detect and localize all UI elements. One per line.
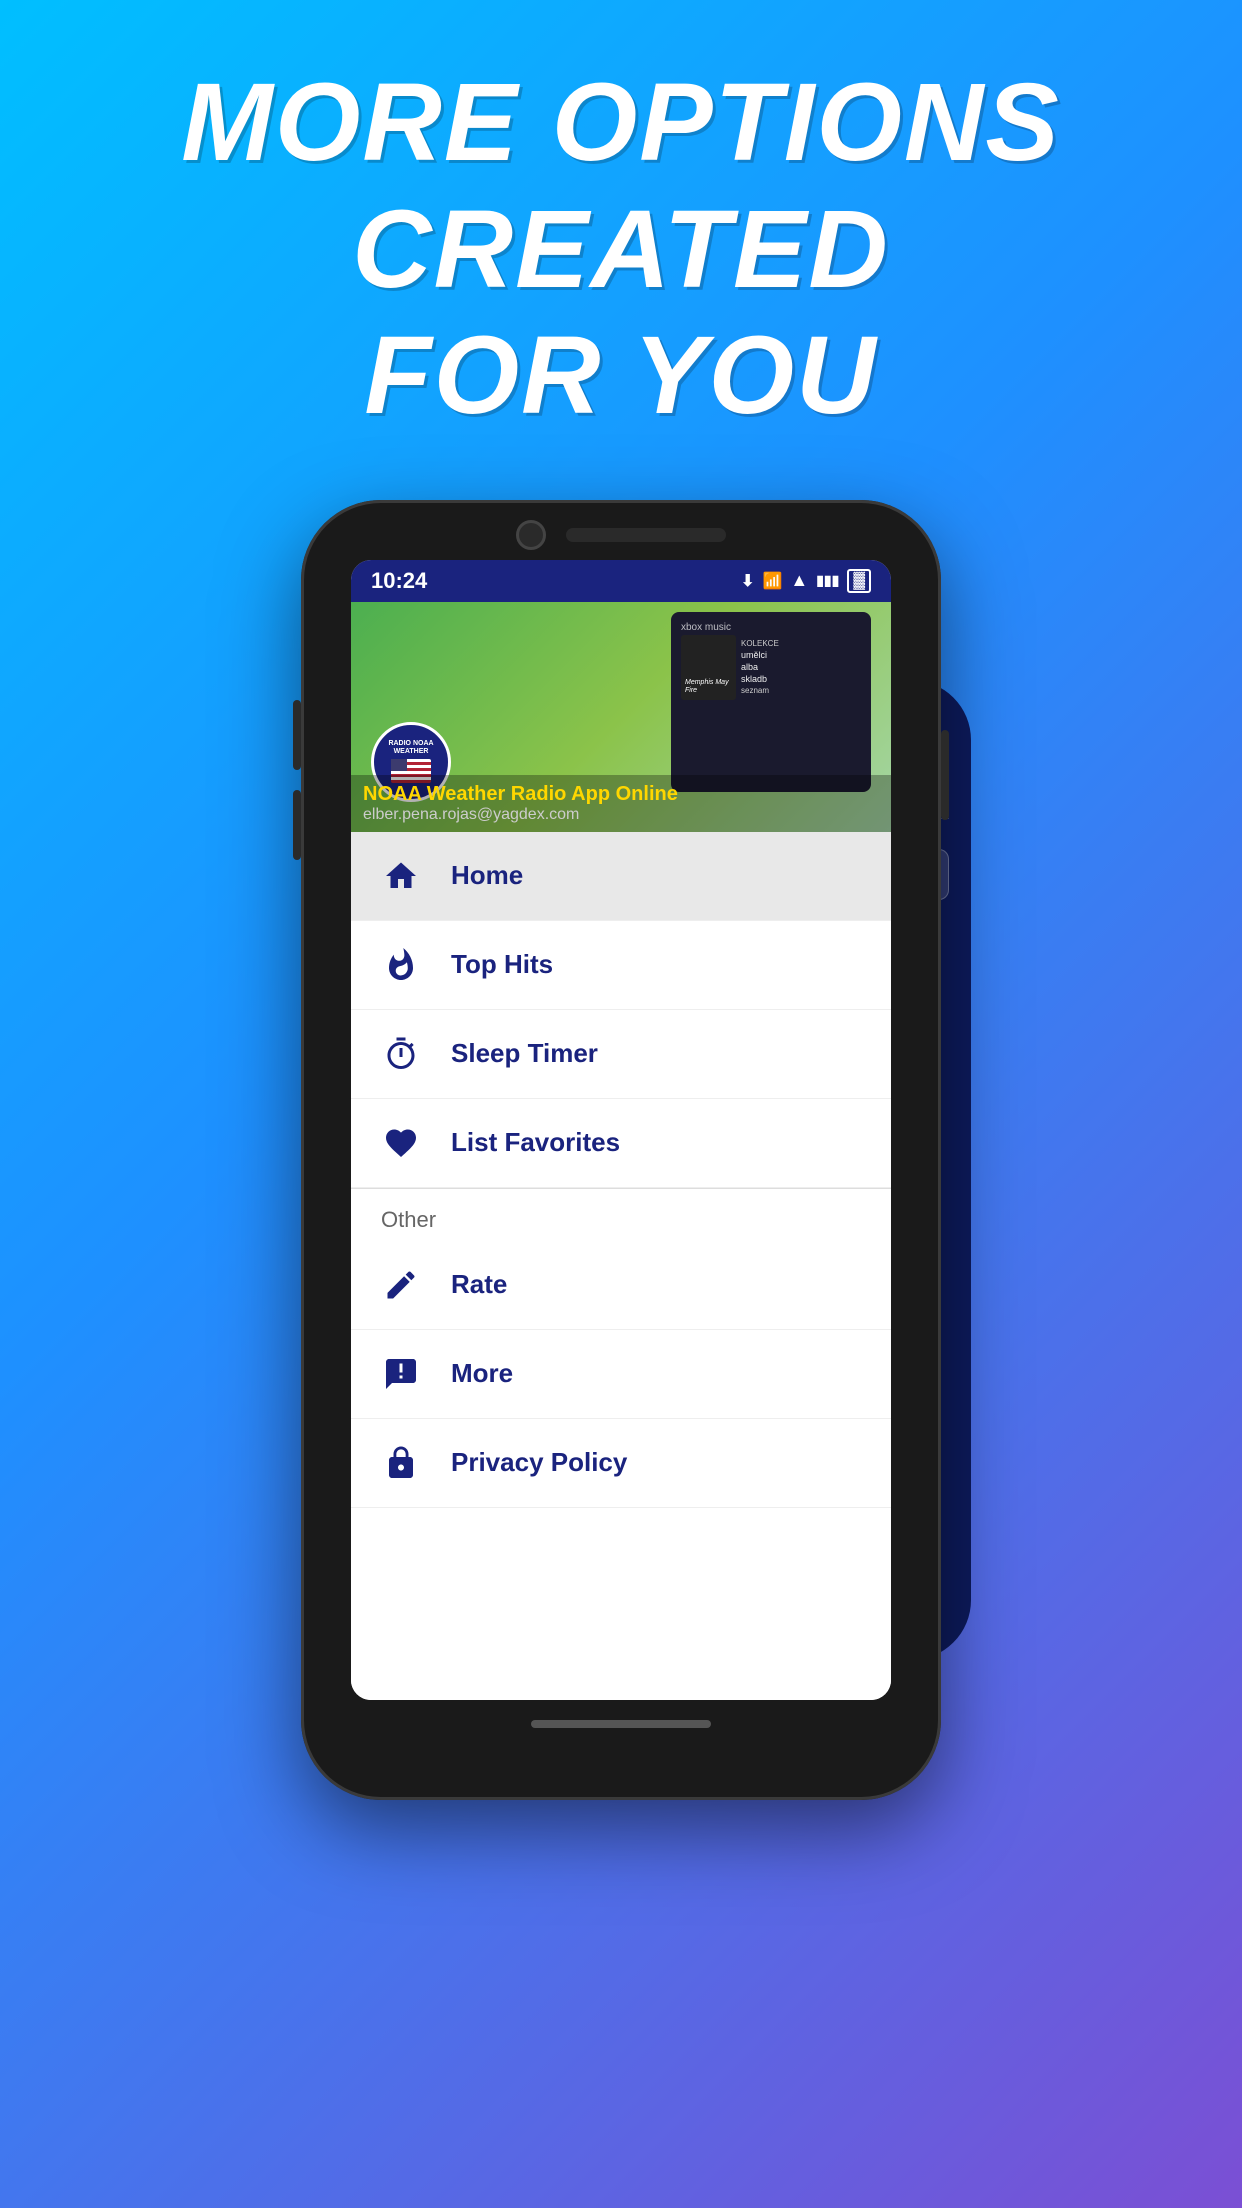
nav-top-hits-label: Top Hits <box>451 949 553 980</box>
clock: 10:24 <box>371 568 427 594</box>
phone-screen: 10:24 ⬇ 📶 ▲ ▮▮▮ ▓ xbox music Memphis May… <box>351 560 891 1700</box>
nav-item-sleep-timer[interactable]: Sleep Timer <box>351 1010 891 1099</box>
signal-icon: ▮▮▮ <box>816 572 839 589</box>
battery-icon: ▓ <box>847 569 871 593</box>
nav-item-list-favorites[interactable]: List Favorites <box>351 1099 891 1188</box>
xbox-card: xbox music Memphis May Fire KOLEKCE uměl… <box>671 612 871 792</box>
power-button[interactable] <box>941 730 949 820</box>
other-section-header: Other <box>351 1189 891 1241</box>
status-icons: ⬇ 📶 ▲ ▮▮▮ ▓ <box>741 569 871 593</box>
nav-item-privacy-policy[interactable]: Privacy Policy <box>351 1419 891 1508</box>
rate-icon <box>381 1265 421 1305</box>
nav-more-label: More <box>451 1358 513 1389</box>
phone-bottom <box>301 1700 941 1758</box>
nav-item-more[interactable]: More <box>351 1330 891 1419</box>
more-icon <box>381 1354 421 1394</box>
volume-up-button[interactable] <box>293 700 301 770</box>
phone-top-bar <box>301 500 941 550</box>
user-email: elber.pena.rojas@yagdex.com <box>363 806 879 824</box>
home-icon <box>381 856 421 896</box>
nav-home-label: Home <box>451 860 523 891</box>
nav-privacy-policy-label: Privacy Policy <box>451 1447 627 1478</box>
hero-title: MORE OPTIONS CREATED FOR YOU <box>0 60 1242 440</box>
earpiece-speaker <box>566 528 726 542</box>
phone-mockup: USA IO STATIONS <box>301 500 941 1800</box>
nav-item-rate[interactable]: Rate <box>351 1241 891 1330</box>
sim-icon: 📶 <box>762 571 782 591</box>
banner-image: xbox music Memphis May Fire KOLEKCE uměl… <box>351 602 891 832</box>
fire-icon <box>381 945 421 985</box>
timer-icon <box>381 1034 421 1074</box>
nav-item-home[interactable]: Home <box>351 832 891 921</box>
nav-list-favorites-label: List Favorites <box>451 1127 620 1158</box>
download-icon: ⬇ <box>741 571 754 591</box>
nav-rate-label: Rate <box>451 1269 507 1300</box>
status-bar: 10:24 ⬇ 📶 ▲ ▮▮▮ ▓ <box>351 560 891 602</box>
nav-item-top-hits[interactable]: Top Hits <box>351 921 891 1010</box>
front-camera <box>516 520 546 550</box>
volume-down-button[interactable] <box>293 790 301 860</box>
navigation-drawer: Home Top Hits <box>351 832 891 1700</box>
home-indicator[interactable] <box>531 1720 711 1728</box>
app-title-banner: NOAA Weather Radio App Online <box>363 783 879 806</box>
nav-sleep-timer-label: Sleep Timer <box>451 1038 598 1069</box>
wifi-icon: ▲ <box>790 570 808 591</box>
lock-icon <box>381 1443 421 1483</box>
heart-icon <box>381 1123 421 1163</box>
